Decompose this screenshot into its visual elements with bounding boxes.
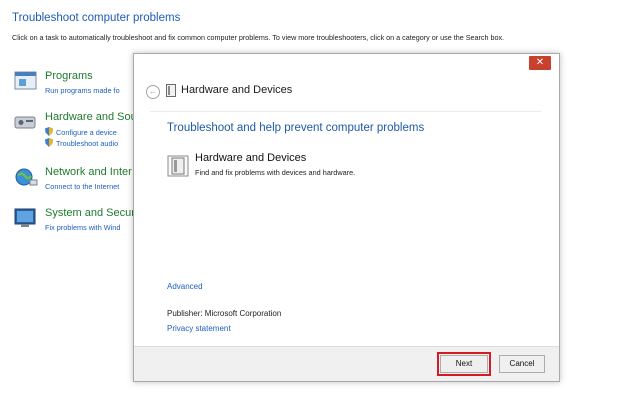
page-title: Troubleshoot computer problems: [12, 12, 181, 24]
category-network[interactable]: Network and Inter Connect to the Interne…: [13, 166, 143, 196]
close-icon: ✕: [535, 57, 545, 68]
hardware-device-icon: [166, 84, 176, 97]
programs-icon: [14, 71, 37, 90]
back-button[interactable]: ←: [146, 85, 160, 99]
dialog-footer: Next Cancel: [134, 346, 559, 381]
privacy-statement-link[interactable]: Privacy statement: [167, 324, 231, 333]
category-programs-title[interactable]: Programs: [45, 70, 93, 82]
shield-icon: [45, 138, 53, 147]
next-button[interactable]: Next: [437, 352, 491, 376]
fix-windows-link[interactable]: Fix problems with Wind: [45, 223, 120, 232]
category-system[interactable]: System and Secur Fix problems with Wind: [13, 207, 143, 237]
dialog-heading: Troubleshoot and help prevent computer p…: [167, 122, 425, 134]
advanced-link[interactable]: Advanced: [167, 282, 203, 291]
troubleshooter-name: Hardware and Devices: [195, 152, 307, 164]
hardware-icon: [14, 116, 36, 129]
category-network-title[interactable]: Network and Inter: [45, 166, 132, 178]
category-hardware-title[interactable]: Hardware and Sou: [45, 111, 137, 123]
configure-device-link[interactable]: Configure a device: [45, 127, 117, 137]
run-programs-link[interactable]: Run programs made fo: [45, 86, 120, 95]
hardware-device-icon: [167, 155, 189, 177]
close-button[interactable]: ✕: [529, 56, 551, 70]
dialog-body: Troubleshoot and help prevent computer p…: [150, 111, 541, 342]
system-icon: [14, 208, 36, 227]
dialog-title: Hardware and Devices: [181, 84, 293, 96]
troubleshooter-description: Find and fix problems with devices and h…: [195, 168, 356, 177]
shield-icon: [45, 127, 53, 136]
connect-internet-link[interactable]: Connect to the Internet: [45, 182, 119, 191]
publisher-text: Publisher: Microsoft Corporation: [167, 309, 282, 318]
back-arrow-icon: ←: [149, 87, 157, 96]
network-icon: [15, 168, 38, 186]
troubleshoot-audio-link[interactable]: Troubleshoot audio: [45, 138, 118, 148]
category-hardware[interactable]: Hardware and Sou Configure a device Trou…: [13, 111, 143, 153]
troubleshooter-dialog: ✕ ← Hardware and Devices Troubleshoot an…: [133, 53, 560, 382]
page-subtitle: Click on a task to automatically trouble…: [12, 33, 505, 42]
cancel-button[interactable]: Cancel: [499, 355, 545, 373]
category-system-title[interactable]: System and Secur: [45, 207, 135, 219]
category-programs[interactable]: Programs Run programs made fo: [13, 70, 143, 100]
